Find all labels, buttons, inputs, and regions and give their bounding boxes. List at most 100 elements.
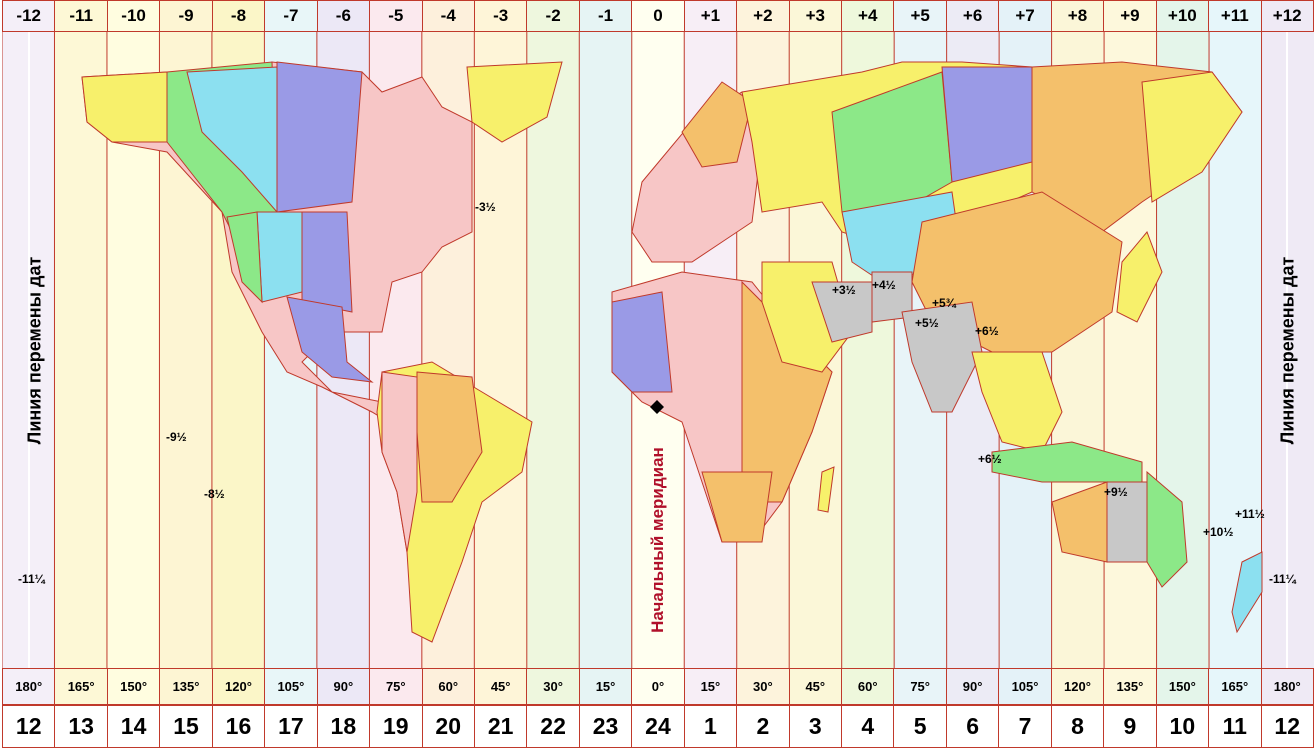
utc-offset-cell-22: +10 — [1155, 0, 1209, 32]
offset-newfoundland: -3½ — [475, 200, 496, 214]
utc-offset-cell-21: +9 — [1103, 0, 1156, 32]
hour-cell-17: 5 — [893, 705, 946, 748]
offset-australia-central: +9½ — [1104, 485, 1128, 499]
hour-cell-7: 19 — [369, 705, 422, 748]
hour-cell-11: 23 — [578, 705, 632, 748]
offset-niue-right: -11¼ — [1269, 572, 1296, 586]
longitude-cell-20: 120° — [1050, 668, 1104, 705]
hour-cell-0: 12 — [2, 705, 55, 748]
longitude-cell-9: 45° — [473, 668, 527, 705]
longitude-cell-10: 30° — [526, 668, 579, 705]
utc-offset-cell-10: -2 — [526, 0, 579, 32]
utc-offset-cell-8: -4 — [421, 0, 474, 32]
longitude-cell-11: 15° — [578, 668, 632, 705]
offset-norfolk: +11½ — [1235, 507, 1265, 521]
hour-cell-23: 11 — [1208, 705, 1261, 748]
hour-cell-1: 13 — [54, 705, 107, 748]
longitude-cell-3: 135° — [159, 668, 212, 705]
longitude-cell-2: 150° — [106, 668, 160, 705]
utc-offset-cell-20: +8 — [1050, 0, 1104, 32]
longitude-cell-1: 165° — [54, 668, 107, 705]
longitude-cell-23: 165° — [1208, 668, 1261, 705]
longitude-cell-16: 60° — [841, 668, 894, 705]
utc-offset-cell-7: -5 — [369, 0, 422, 32]
date-line-label-left: Линия перемены дат — [24, 256, 45, 445]
us-mountain — [256, 211, 303, 303]
utc-offset-cell-5: -7 — [264, 0, 317, 32]
date-line-label-right: Линия перемены дат — [1277, 256, 1298, 445]
utc-offset-cell-1: -11 — [54, 0, 107, 32]
prime-meridian-label: Начальный меридиан — [648, 447, 667, 633]
hour-cell-13: 1 — [683, 705, 737, 748]
utc-offset-cell-3: -9 — [159, 0, 212, 32]
longitude-cell-19: 105° — [998, 668, 1051, 705]
offset-iran: +3½ — [832, 283, 856, 297]
utc-offset-cell-0: -12 — [2, 0, 55, 32]
longitude-cell-8: 60° — [421, 668, 474, 705]
canada-central — [276, 61, 363, 213]
russia-central — [941, 66, 1033, 183]
hour-cell-10: 22 — [526, 705, 579, 748]
utc-offset-cell-12: 0 — [631, 0, 684, 32]
utc-offset-cell-23: +11 — [1208, 0, 1261, 32]
hour-cell-6: 18 — [316, 705, 370, 748]
offset-myanmar: +6½ — [975, 324, 999, 338]
offset-nepal: +5¾ — [932, 296, 956, 310]
hour-cell-14: 2 — [736, 705, 789, 748]
hour-cell-19: 7 — [998, 705, 1051, 748]
west-africa — [611, 291, 673, 393]
utc-offset-cell-4: -8 — [211, 0, 265, 32]
hour-cell-18: 6 — [945, 705, 999, 748]
offset-india: +5½ — [915, 316, 939, 330]
longitude-cell-21: 135° — [1103, 668, 1156, 705]
longitude-cell-13: 15° — [683, 668, 737, 705]
utc-offset-cell-14: +2 — [736, 0, 789, 32]
longitude-cell-15: 45° — [788, 668, 841, 705]
longitude-cell-17: 75° — [893, 668, 946, 705]
longitude-cell-22: 150° — [1155, 668, 1209, 705]
utc-offset-cell-19: +7 — [998, 0, 1051, 32]
hour-cell-21: 9 — [1103, 705, 1156, 748]
longitude-footer: 180° 165° 150° 135° 120° 105° 90° 75° 60° 45° 30° 1… — [2, 668, 1314, 705]
longitude-cell-24: 180° — [1260, 668, 1314, 705]
longitude-cell-18: 90° — [945, 668, 999, 705]
utc-offset-cell-9: -3 — [473, 0, 527, 32]
longitude-cell-14: 30° — [736, 668, 789, 705]
hour-cell-15: 3 — [788, 705, 841, 748]
hour-cell-5: 17 — [264, 705, 317, 748]
longitude-cell-5: 105° — [264, 668, 317, 705]
offset-afghanistan: +4½ — [872, 278, 896, 292]
zone-stripe-10 — [526, 32, 580, 668]
longitude-cell-6: 90° — [316, 668, 370, 705]
utc-offset-cell-18: +6 — [945, 0, 999, 32]
offset-pitcairn: -8½ — [204, 487, 225, 501]
utc-offset-cell-13: +1 — [683, 0, 737, 32]
hour-cell-20: 8 — [1050, 705, 1104, 748]
hour-cell-12: 24 — [631, 705, 684, 748]
hour-cell-8: 20 — [421, 705, 474, 748]
utc-offset-cell-2: -10 — [106, 0, 160, 32]
utc-offset-cell-6: -6 — [316, 0, 370, 32]
offset-marquesas: -9½ — [166, 430, 187, 444]
utc-offset-cell-17: +5 — [893, 0, 946, 32]
hour-cell-4: 16 — [211, 705, 265, 748]
longitude-cell-4: 120° — [211, 668, 265, 705]
utc-offset-header: -12 -11 -10 -9 -8 -7 -6 -5 -4 -3 -2 -1 0 +1 +2 +3 +4 +5 +6… — [2, 0, 1314, 32]
hour-cell-16: 4 — [841, 705, 894, 748]
longitude-cell-0: 180° — [2, 668, 55, 705]
hour-cell-24: 12 — [1260, 705, 1314, 748]
utc-offset-cell-24: +12 — [1260, 0, 1314, 32]
offset-niue-left: -11¼ — [18, 572, 45, 586]
longitude-cell-12: 0° — [631, 668, 684, 705]
utc-offset-cell-11: -1 — [578, 0, 632, 32]
hour-cell-3: 15 — [159, 705, 212, 748]
longitude-cell-7: 75° — [369, 668, 422, 705]
time-zone-map: -12 -11 -10 -9 -8 -7 -6 -5 -4 -3 -2 -1 0 +1 +2 +3 +4 +5 +6… — [0, 0, 1316, 750]
us-central — [301, 211, 353, 313]
offset-lord-howe: +10½ — [1203, 525, 1234, 539]
utc-offset-cell-15: +3 — [788, 0, 841, 32]
hour-footer: 12 13 14 15 16 17 18 19 20 21 22 23 24 1 2 3 4 5 6 7 8 9 10 11 1… — [2, 705, 1314, 748]
utc-offset-cell-16: +4 — [841, 0, 894, 32]
hour-cell-2: 14 — [106, 705, 160, 748]
offset-cocos: +6½ — [978, 452, 1002, 466]
